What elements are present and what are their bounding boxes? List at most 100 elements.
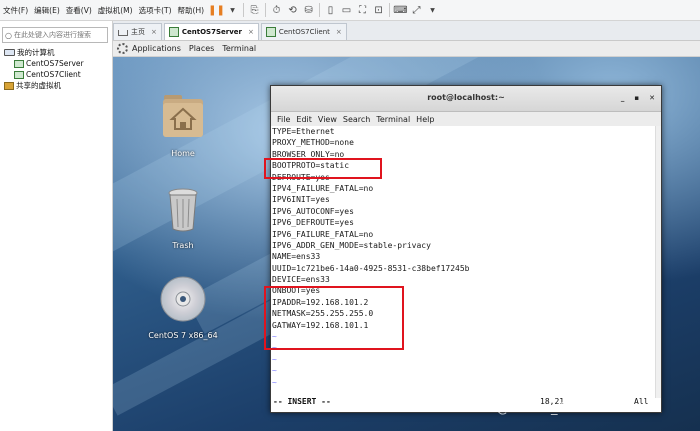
terminal-menu-help[interactable]: Help xyxy=(416,115,434,124)
close-icon[interactable]: ✕ xyxy=(649,94,655,102)
vim-empty-line: ~ xyxy=(272,377,277,387)
gnome-terminal-menu[interactable]: Terminal xyxy=(222,44,256,53)
config-line: IPV4_FAILURE_FATAL=no xyxy=(272,183,374,193)
search-placeholder: 在此处键入内容进行搜索 xyxy=(13,31,91,39)
vm-icon xyxy=(14,59,24,68)
snapshot-manager-icon[interactable]: ⛁ xyxy=(303,5,314,16)
terminal-scrollbar[interactable] xyxy=(655,126,661,398)
tab-home[interactable]: 主页 × xyxy=(113,23,162,40)
highlight-box-static-ip xyxy=(264,286,404,350)
tree-item-label: 我的计算机 xyxy=(17,48,55,57)
terminal-titlebar[interactable]: root@localhost:~ _ ▪ ✕ xyxy=(271,86,661,112)
vm-tab-bar: 主页 × CentOS7Server × CentOS7Client × xyxy=(113,21,700,41)
minimize-icon[interactable]: _ xyxy=(621,94,625,102)
close-icon[interactable]: × xyxy=(248,28,254,36)
disc-icon xyxy=(160,276,206,322)
applications-icon xyxy=(117,43,128,54)
close-icon[interactable]: × xyxy=(336,28,342,36)
tab-label: CentOS7Client xyxy=(278,28,330,36)
gnome-applications-menu[interactable]: Applications xyxy=(132,44,181,53)
desktop-icon-cdrom[interactable]: CentOS 7 x86_64 xyxy=(148,275,218,340)
gnome-places-menu[interactable]: Places xyxy=(189,44,214,53)
vm-icon xyxy=(265,27,276,37)
config-line: IPV6_FAILURE_FATAL=no xyxy=(272,229,374,239)
maximize-icon[interactable]: ▪ xyxy=(634,94,639,102)
tab-label: CentOS7Server xyxy=(181,28,242,36)
config-line: IPV6INIT=yes xyxy=(272,195,330,205)
dropdown-arrow-icon[interactable]: ▼ xyxy=(227,5,238,16)
library-view-icon[interactable]: ▯ xyxy=(325,5,336,16)
window-controls: _ ▪ ✕ xyxy=(621,94,655,102)
vm-icon xyxy=(168,27,179,37)
config-line: IPV6_DEFROUTE=yes xyxy=(272,218,354,228)
menu-edit[interactable]: 编辑(E) xyxy=(31,5,63,16)
config-line: PROXY_METHOD=none xyxy=(272,138,354,148)
search-icon: ○ xyxy=(5,30,12,40)
dropdown-arrow-icon[interactable]: ▼ xyxy=(427,5,438,16)
terminal-menu-edit[interactable]: Edit xyxy=(296,115,312,124)
revert-snapshot-icon[interactable]: ⟲ xyxy=(287,5,298,16)
terminal-menu-search[interactable]: Search xyxy=(343,115,370,124)
config-line: NAME=ens33 xyxy=(272,252,321,262)
tree-item-label: 共享的虚拟机 xyxy=(16,81,61,90)
toolbar-divider xyxy=(389,3,391,17)
terminal-title: root@localhost:~ xyxy=(427,93,505,102)
menu-tabs[interactable]: 选项卡(T) xyxy=(136,5,175,16)
home-folder-icon xyxy=(163,95,203,137)
snapshot-icon[interactable]: ⏱ xyxy=(271,5,282,16)
tree-item-centos7client[interactable]: CentOS7Client xyxy=(0,69,112,80)
vm-icon xyxy=(14,70,24,79)
vmware-menubar: 文件(F) 编辑(E) 查看(V) 虚拟机(M) 选项卡(T) 帮助(H) ❚❚… xyxy=(0,0,700,21)
menu-view[interactable]: 查看(V) xyxy=(63,5,95,16)
desktop-icon-home[interactable]: Home xyxy=(148,89,218,158)
tree-item-shared-vms[interactable]: 共享的虚拟机 xyxy=(0,80,112,91)
config-line: IPV6_AUTOCONF=yes xyxy=(272,206,354,216)
library-panel: ○ 在此处键入内容进行搜索 我的计算机 CentOS7Server CentOS… xyxy=(0,21,113,431)
console-icon[interactable]: ⌨ xyxy=(393,5,407,16)
thumbnail-view-icon[interactable]: ▭ xyxy=(341,5,352,16)
vim-empty-line: ~ xyxy=(272,366,277,376)
tab-label: 主页 xyxy=(131,28,145,36)
close-icon[interactable]: × xyxy=(151,28,157,36)
config-line: UUID=1c721be6-14a0-4925-8531-c38bef17245… xyxy=(272,263,470,273)
fullscreen-icon[interactable]: ⛶ xyxy=(357,5,368,16)
terminal-menu-file[interactable]: File xyxy=(277,115,290,124)
tab-centos7server[interactable]: CentOS7Server × xyxy=(163,23,259,40)
toolbar-divider xyxy=(243,3,245,17)
unity-icon[interactable]: ⊡ xyxy=(373,5,384,16)
terminal-menubar: File Edit View Search Terminal Help xyxy=(271,112,661,127)
trash-icon xyxy=(168,188,198,232)
menu-file[interactable]: 文件(F) xyxy=(0,5,31,16)
toolbar: ❚❚ ▼ ⎘ ⏱ ⟲ ⛁ ▯ ▭ ⛶ ⊡ ⌨ ⤢ ▼ xyxy=(208,3,438,17)
config-line: IPV6_ADDR_GEN_MODE=stable-privacy xyxy=(272,240,431,250)
library-search-input[interactable]: ○ 在此处键入内容进行搜索 xyxy=(2,27,108,43)
send-keys-icon[interactable]: ⎘ xyxy=(249,5,260,16)
menu-help[interactable]: 帮助(H) xyxy=(175,5,208,16)
desktop-icon-label: CentOS 7 x86_64 xyxy=(148,331,218,340)
toolbar-divider xyxy=(319,3,321,17)
stretch-icon[interactable]: ⤢ xyxy=(411,5,422,16)
desktop-icon-trash[interactable]: Trash xyxy=(148,187,218,250)
tab-centos7client[interactable]: CentOS7Client × xyxy=(260,23,347,40)
highlight-box-bootproto xyxy=(264,158,382,179)
config-line: TYPE=Ethernet xyxy=(272,127,335,136)
shared-folder-icon xyxy=(4,81,14,90)
vim-mode: -- INSERT -- xyxy=(273,397,331,406)
tree-item-centos7server[interactable]: CentOS7Server xyxy=(0,58,112,69)
terminal-menu-view[interactable]: View xyxy=(318,115,337,124)
computer-icon xyxy=(4,49,15,56)
terminal-window[interactable]: root@localhost:~ _ ▪ ✕ File Edit View Se… xyxy=(270,85,662,413)
config-line: DEVICE=ens33 xyxy=(272,275,330,285)
scroll-position: All xyxy=(634,397,649,406)
menu-vm[interactable]: 虚拟机(M) xyxy=(95,5,136,16)
home-icon xyxy=(118,30,128,36)
terminal-menu-terminal[interactable]: Terminal xyxy=(376,115,410,124)
vim-empty-line: ~ xyxy=(272,354,277,364)
pause-icon[interactable]: ❚❚ xyxy=(208,5,225,16)
tree-item-my-computer[interactable]: 我的计算机 xyxy=(0,47,112,58)
toolbar-divider xyxy=(265,3,267,17)
tree-item-label: CentOS7Client xyxy=(26,70,81,79)
watermark: CSDN @weixin_45784275 xyxy=(455,401,624,416)
gnome-top-bar: Applications Places Terminal xyxy=(113,41,700,57)
desktop-icon-label: Trash xyxy=(172,241,194,250)
